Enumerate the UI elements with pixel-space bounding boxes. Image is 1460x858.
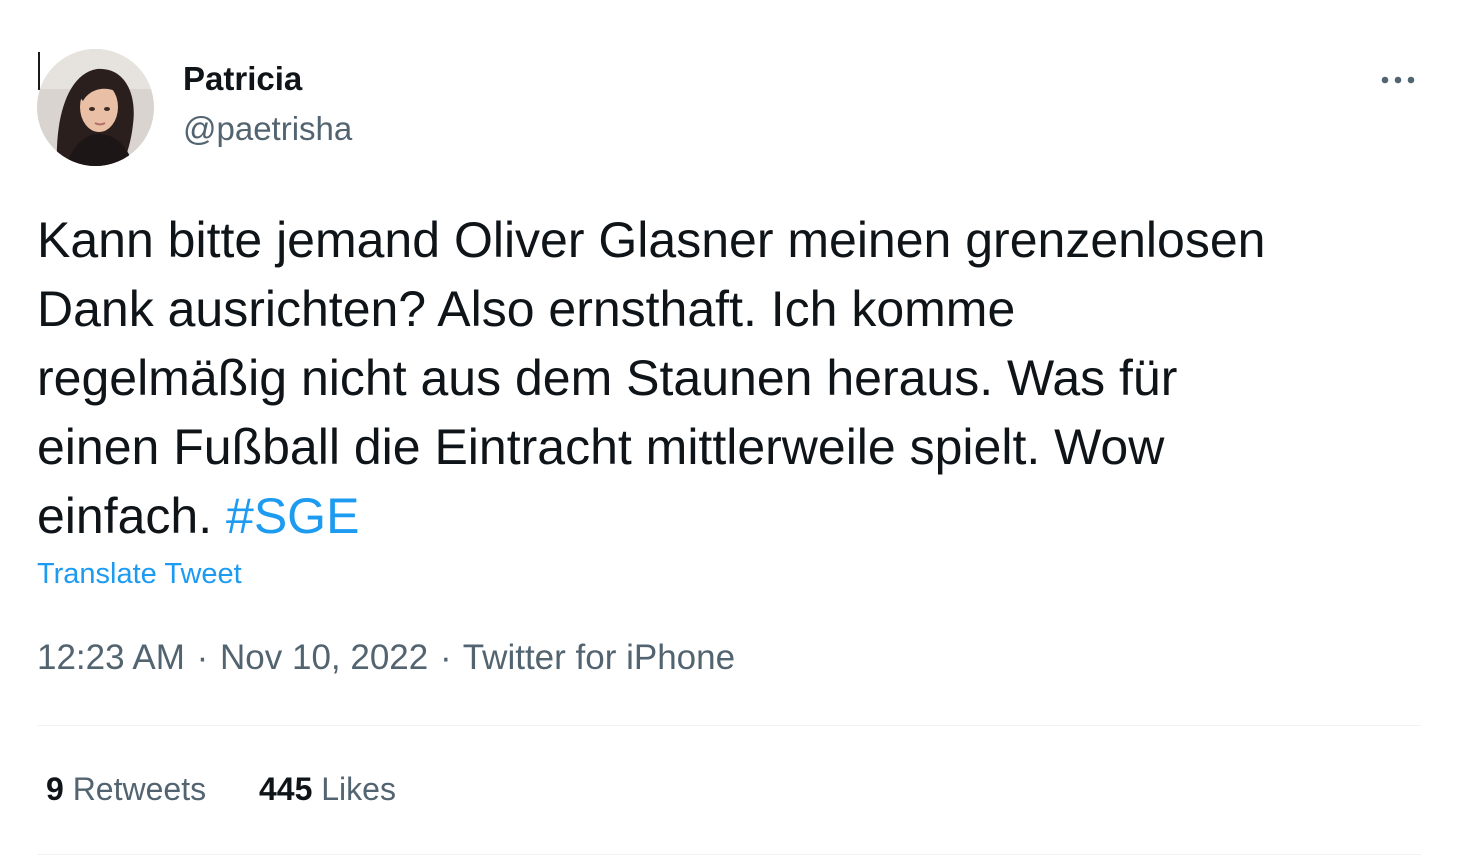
meta-separator: · [196, 638, 209, 677]
engagement-stats: 9 Retweets 445 Likes [46, 771, 396, 808]
text-cursor [38, 52, 40, 90]
profile-photo-icon [37, 49, 154, 166]
tweet-text-tail: einfach. [37, 488, 227, 544]
retweets-stat[interactable]: 9 Retweets [46, 771, 206, 808]
tweet-text-line: Dank ausrichten? Also ernsthaft. Ich kom… [37, 281, 1016, 337]
tweet-text-line: einen Fußball die Eintracht mittlerweile… [37, 419, 1165, 475]
more-options-button[interactable] [1372, 58, 1424, 102]
divider [37, 725, 1421, 726]
user-handle[interactable]: @paetrisha [183, 110, 352, 148]
divider [37, 854, 1421, 855]
likes-stat[interactable]: 445 Likes [259, 771, 396, 808]
tweet-text-line: Kann bitte jemand Oliver Glasner meinen … [37, 212, 1266, 268]
translate-tweet-link[interactable]: Translate Tweet [37, 558, 242, 591]
more-horizontal-icon [1381, 76, 1415, 84]
tweet-date[interactable]: Nov 10, 2022 [220, 638, 428, 677]
meta-separator: · [439, 638, 452, 677]
avatar[interactable] [37, 49, 154, 166]
hashtag-link[interactable]: #SGE [226, 488, 359, 544]
tweet-text-line-last: einfach. #SGE [37, 482, 1432, 551]
retweets-label: Retweets [72, 771, 207, 807]
likes-label: Likes [321, 771, 396, 807]
tweet-metadata: 12:23 AM · Nov 10, 2022 · Twitter for iP… [37, 638, 735, 678]
tweet-text-line: regelmäßig nicht aus dem Staunen heraus.… [37, 350, 1178, 406]
tweet-time[interactable]: 12:23 AM [37, 638, 185, 677]
retweets-count: 9 [46, 771, 64, 807]
display-name[interactable]: Patricia [183, 60, 302, 98]
tweet-source[interactable]: Twitter for iPhone [463, 638, 735, 677]
likes-count: 445 [258, 771, 313, 807]
tweet-text: Kann bitte jemand Oliver Glasner meinen … [37, 206, 1432, 551]
